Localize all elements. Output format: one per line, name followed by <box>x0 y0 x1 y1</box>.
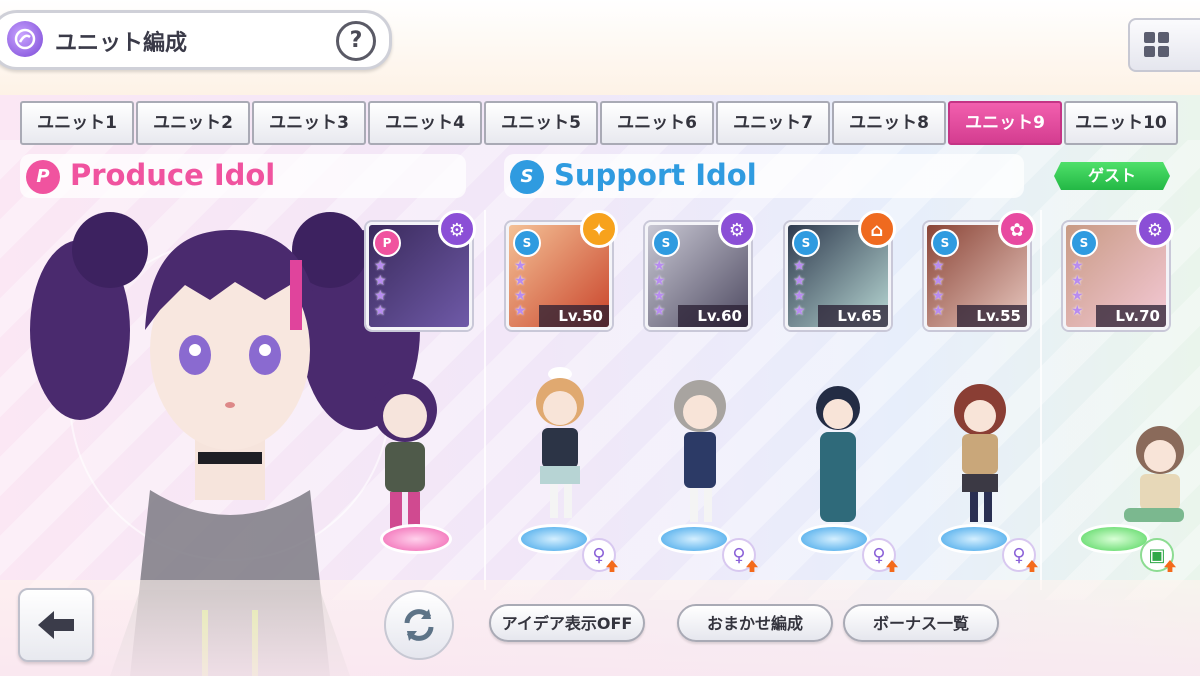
card-stars: ★ ★ ★ ★ <box>514 258 527 319</box>
tab-unit-6[interactable]: ユニット6 <box>600 101 714 145</box>
card-stars: ★ ★ ★ ★ <box>374 258 387 319</box>
support-pedestal-1 <box>518 524 590 554</box>
page-title: ユニット編成 <box>55 31 188 56</box>
card-stars: ★ ★ ★ ★ <box>653 258 666 319</box>
support-idol-title: Support Idol <box>554 158 757 192</box>
unit-tabs: ユニット1 ユニット2 ユニット3 ユニット4 ユニット5 ユニット6 ユニット… <box>20 101 1180 145</box>
card-level: Lv.70 <box>1096 305 1166 327</box>
tab-unit-2[interactable]: ユニット2 <box>136 101 250 145</box>
refresh-button[interactable] <box>384 590 454 660</box>
sparkle-icon: ✦ <box>580 210 618 248</box>
unit-icon <box>7 21 43 57</box>
back-arrow-icon <box>38 611 74 639</box>
support-chibi-2 <box>674 380 726 522</box>
gear-icon: ⚙ <box>1136 210 1174 248</box>
tab-unit-10[interactable]: ユニット10 <box>1064 101 1178 145</box>
support-chibi-1 <box>536 367 584 518</box>
screen-title-bar: ユニット編成 ? <box>0 10 392 70</box>
card-stars: ★ ★ ★ ★ <box>932 258 945 319</box>
produce-chibi <box>373 378 437 532</box>
support-pedestal-2 <box>658 524 730 554</box>
support-pedestal-4 <box>938 524 1010 554</box>
tab-unit-3[interactable]: ユニット3 <box>252 101 366 145</box>
support-type-icon: S <box>510 160 544 194</box>
idea-display-toggle-button[interactable]: アイデア表示OFF <box>489 604 645 642</box>
help-button[interactable]: ? <box>336 21 376 61</box>
flower-icon: ✿ <box>998 210 1036 248</box>
support-type-badge: S <box>792 229 820 257</box>
bonus-list-button[interactable]: ボーナス一覧 <box>843 604 999 642</box>
menu-grid-button[interactable] <box>1128 18 1200 72</box>
support-pedestal-3 <box>798 524 870 554</box>
tab-unit-8[interactable]: ユニット8 <box>832 101 946 145</box>
card-level: Lv.60 <box>678 305 748 327</box>
tab-unit-4[interactable]: ユニット4 <box>368 101 482 145</box>
gear-icon: ⚙ <box>438 210 476 248</box>
card-stars: ★ ★ ★ ★ <box>1071 258 1084 319</box>
auto-formation-button[interactable]: おまかせ編成 <box>677 604 833 642</box>
tab-unit-7[interactable]: ユニット7 <box>716 101 830 145</box>
support-idol-header: S Support Idol <box>504 154 1024 198</box>
refresh-icon <box>404 609 434 641</box>
produce-type-icon: P <box>26 160 60 194</box>
card-level: Lv.50 <box>539 305 609 327</box>
support-type-badge: S <box>652 229 680 257</box>
school-icon: ⌂ <box>858 210 896 248</box>
card-stars: ★ ★ ★ ★ <box>793 258 806 319</box>
produce-pedestal <box>380 524 452 554</box>
gear-icon: ⚙ <box>718 210 756 248</box>
slot-divider <box>1040 210 1042 590</box>
slot-divider <box>484 210 486 590</box>
card-level: Lv.55 <box>957 305 1027 327</box>
support-type-badge: S <box>513 229 541 257</box>
support-chibi-4 <box>954 384 1006 522</box>
tab-unit-9[interactable]: ユニット9 <box>948 101 1062 145</box>
produce-type-badge: P <box>373 229 401 257</box>
tab-unit-1[interactable]: ユニット1 <box>20 101 134 145</box>
support-chibi-3 <box>816 386 860 522</box>
guest-badge: ゲスト <box>1054 162 1170 190</box>
support-type-badge: S <box>1070 229 1098 257</box>
support-type-badge: S <box>931 229 959 257</box>
produce-idol-title: Produce Idol <box>70 158 276 192</box>
tab-unit-5[interactable]: ユニット5 <box>484 101 598 145</box>
support-pedestal-5 <box>1078 524 1150 554</box>
card-level: Lv.65 <box>818 305 888 327</box>
grid-icon <box>1144 32 1155 43</box>
back-button[interactable] <box>18 588 94 662</box>
